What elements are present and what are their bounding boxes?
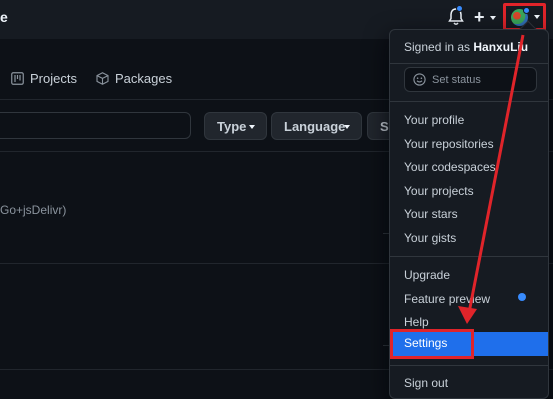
menu-item-your-codespaces[interactable]: Your codespaces: [404, 160, 496, 174]
smiley-icon: [413, 73, 426, 86]
plus-icon: +: [474, 7, 485, 27]
project-board-icon: [11, 72, 24, 85]
menu-divider: [390, 365, 548, 366]
set-status-button[interactable]: Set status: [404, 67, 537, 92]
menu-item-your-projects[interactable]: Your projects: [404, 184, 474, 198]
menu-item-your-repositories[interactable]: Your repositories: [404, 137, 494, 151]
header-title-fragment[interactable]: e: [0, 9, 8, 25]
repository-description: Go+jsDelivr): [0, 203, 67, 217]
username[interactable]: HanxuLiu: [473, 40, 528, 54]
signed-in-header: Signed in as HanxuLiu: [404, 40, 528, 54]
chevron-down-icon: [534, 15, 540, 19]
language-filter-label: Language: [284, 119, 346, 134]
menu-item-feature-preview[interactable]: Feature preview: [404, 292, 490, 306]
chevron-down-icon: [249, 125, 255, 129]
create-new-button[interactable]: +: [474, 7, 500, 27]
menu-divider: [390, 63, 548, 64]
menu-item-your-profile[interactable]: Your profile: [404, 113, 464, 127]
menu-item-help[interactable]: Help: [404, 315, 429, 329]
signed-in-prefix: Signed in as: [404, 40, 471, 54]
language-filter-button[interactable]: Language: [271, 112, 362, 140]
set-status-label: Set status: [432, 74, 481, 86]
notification-dot: [456, 5, 463, 12]
menu-divider: [390, 256, 548, 257]
menu-item-your-gists[interactable]: Your gists: [404, 231, 456, 245]
type-filter-label: Type: [217, 119, 247, 134]
user-dropdown-menu: Signed in as HanxuLiu Set status Your pr…: [389, 29, 549, 399]
package-icon: [96, 72, 109, 85]
menu-divider: [390, 101, 548, 102]
menu-item-your-stars[interactable]: Your stars: [404, 207, 458, 221]
repository-search-input[interactable]: [0, 112, 191, 139]
tab-packages[interactable]: Packages: [115, 71, 172, 86]
menu-item-sign-out[interactable]: Sign out: [404, 376, 448, 390]
settings-annotation-box: [390, 329, 474, 359]
avatar-status-dot: [523, 7, 530, 14]
chevron-down-icon: [490, 16, 496, 20]
chevron-down-icon: [344, 125, 350, 129]
type-filter-button[interactable]: Type: [204, 112, 267, 140]
tab-projects[interactable]: Projects: [30, 71, 77, 86]
feature-preview-dot: [518, 293, 526, 301]
menu-item-upgrade[interactable]: Upgrade: [404, 268, 450, 282]
